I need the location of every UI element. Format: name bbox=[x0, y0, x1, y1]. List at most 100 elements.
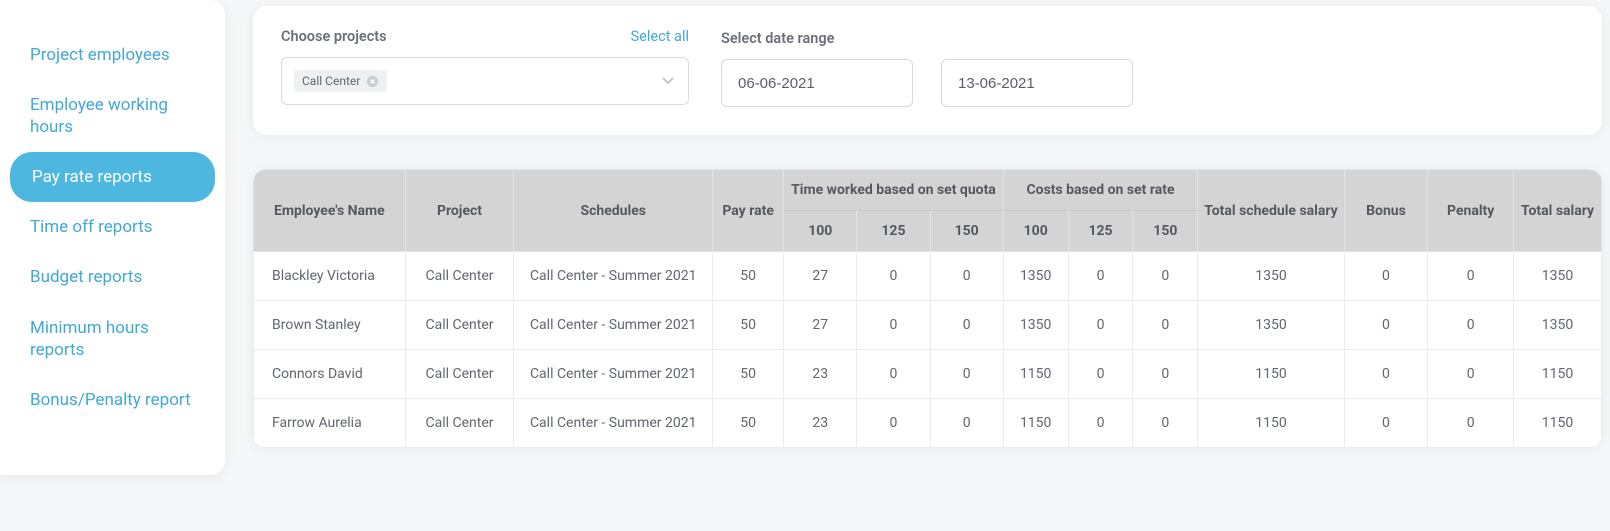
sidebar-item-5[interactable]: Minimum hours reports bbox=[0, 303, 225, 375]
select-all-link[interactable]: Select all bbox=[631, 28, 689, 45]
date-range-label: Select date range bbox=[721, 28, 1133, 47]
cell-rate: 50 bbox=[713, 399, 784, 448]
main-content: Choose projects Select all Call Center S… bbox=[253, 0, 1610, 531]
table-row: Farrow AureliaCall CenterCall Center - S… bbox=[254, 399, 1602, 448]
cell-name: Blackley Victoria bbox=[254, 252, 406, 301]
cell-bonus: 0 bbox=[1344, 350, 1428, 399]
cell-project: Call Center bbox=[405, 399, 514, 448]
sidebar: Project employeesEmployee working hoursP… bbox=[0, 0, 225, 475]
th-c150: 150 bbox=[1133, 211, 1198, 252]
project-select[interactable]: Call Center bbox=[281, 57, 689, 105]
th-costs-group: Costs based on set rate bbox=[1003, 170, 1198, 211]
th-bonus: Bonus bbox=[1344, 170, 1428, 252]
cell-total-sched: 1150 bbox=[1198, 399, 1344, 448]
cell-t150: 0 bbox=[930, 301, 1003, 350]
chevron-down-icon bbox=[662, 74, 674, 88]
cell-project: Call Center bbox=[405, 350, 514, 399]
cell-penalty: 0 bbox=[1428, 252, 1514, 301]
cell-t150: 0 bbox=[930, 399, 1003, 448]
cell-c100: 1350 bbox=[1003, 301, 1068, 350]
th-time-worked-group: Time worked based on set quota bbox=[784, 170, 1004, 211]
cell-t125: 0 bbox=[857, 399, 930, 448]
cell-schedules: Call Center - Summer 2021 bbox=[514, 399, 713, 448]
cell-c150: 0 bbox=[1133, 399, 1198, 448]
choose-projects-label: Choose projects bbox=[281, 28, 387, 45]
date-to-input[interactable] bbox=[941, 59, 1133, 107]
table-row: Connors DavidCall CenterCall Center - Su… bbox=[254, 350, 1602, 399]
th-t125: 125 bbox=[857, 211, 930, 252]
cell-name: Farrow Aurelia bbox=[254, 399, 406, 448]
project-tag-label: Call Center bbox=[302, 74, 360, 88]
remove-tag-icon[interactable] bbox=[366, 75, 379, 88]
th-project: Project bbox=[405, 170, 514, 252]
cell-c100: 1350 bbox=[1003, 252, 1068, 301]
cell-bonus: 0 bbox=[1344, 399, 1428, 448]
cell-bonus: 0 bbox=[1344, 252, 1428, 301]
cell-penalty: 0 bbox=[1428, 399, 1514, 448]
cell-t100: 23 bbox=[784, 399, 857, 448]
cell-schedules: Call Center - Summer 2021 bbox=[514, 350, 713, 399]
sidebar-item-0[interactable]: Project employees bbox=[0, 30, 225, 80]
cell-total: 1350 bbox=[1514, 252, 1602, 301]
cell-total: 1350 bbox=[1514, 301, 1602, 350]
sidebar-item-1[interactable]: Employee working hours bbox=[0, 80, 225, 152]
th-c100: 100 bbox=[1003, 211, 1068, 252]
cell-name: Brown Stanley bbox=[254, 301, 406, 350]
filters-card: Choose projects Select all Call Center S… bbox=[253, 6, 1602, 135]
cell-t150: 0 bbox=[930, 350, 1003, 399]
th-total-schedule: Total schedule salary bbox=[1198, 170, 1344, 252]
cell-schedules: Call Center - Summer 2021 bbox=[514, 252, 713, 301]
cell-total-sched: 1350 bbox=[1198, 301, 1344, 350]
cell-c125: 0 bbox=[1068, 350, 1133, 399]
cell-total: 1150 bbox=[1514, 399, 1602, 448]
cell-t125: 0 bbox=[857, 252, 930, 301]
project-filter-group: Choose projects Select all Call Center bbox=[281, 28, 689, 107]
cell-c100: 1150 bbox=[1003, 399, 1068, 448]
sidebar-item-4[interactable]: Budget reports bbox=[0, 252, 225, 302]
th-name: Employee's Name bbox=[254, 170, 406, 252]
cell-penalty: 0 bbox=[1428, 350, 1514, 399]
cell-t100: 23 bbox=[784, 350, 857, 399]
cell-c125: 0 bbox=[1068, 399, 1133, 448]
cell-c150: 0 bbox=[1133, 350, 1198, 399]
cell-bonus: 0 bbox=[1344, 301, 1428, 350]
sidebar-item-6[interactable]: Bonus/Penalty report bbox=[0, 375, 225, 425]
date-filter-group: Select date range bbox=[721, 28, 1133, 107]
cell-t100: 27 bbox=[784, 252, 857, 301]
cell-c125: 0 bbox=[1068, 301, 1133, 350]
th-c125: 125 bbox=[1068, 211, 1133, 252]
date-from-input[interactable] bbox=[721, 59, 913, 107]
cell-t100: 27 bbox=[784, 301, 857, 350]
sidebar-item-2[interactable]: Pay rate reports bbox=[10, 152, 215, 202]
cell-total-sched: 1150 bbox=[1198, 350, 1344, 399]
th-schedules: Schedules bbox=[514, 170, 713, 252]
cell-penalty: 0 bbox=[1428, 301, 1514, 350]
cell-t125: 0 bbox=[857, 350, 930, 399]
pay-rate-table: Employee's Name Project Schedules Pay ra… bbox=[253, 169, 1602, 448]
th-penalty: Penalty bbox=[1428, 170, 1514, 252]
cell-project: Call Center bbox=[405, 252, 514, 301]
cell-name: Connors David bbox=[254, 350, 406, 399]
cell-project: Call Center bbox=[405, 301, 514, 350]
cell-c125: 0 bbox=[1068, 252, 1133, 301]
cell-c150: 0 bbox=[1133, 252, 1198, 301]
cell-rate: 50 bbox=[713, 350, 784, 399]
cell-c150: 0 bbox=[1133, 301, 1198, 350]
cell-total-sched: 1350 bbox=[1198, 252, 1344, 301]
sidebar-item-3[interactable]: Time off reports bbox=[0, 202, 225, 252]
report-table-card: Employee's Name Project Schedules Pay ra… bbox=[253, 169, 1602, 448]
th-total-salary: Total salary bbox=[1514, 170, 1602, 252]
table-row: Brown StanleyCall CenterCall Center - Su… bbox=[254, 301, 1602, 350]
cell-total: 1150 bbox=[1514, 350, 1602, 399]
th-pay-rate: Pay rate bbox=[713, 170, 784, 252]
cell-c100: 1150 bbox=[1003, 350, 1068, 399]
cell-t150: 0 bbox=[930, 252, 1003, 301]
th-t100: 100 bbox=[784, 211, 857, 252]
project-tag: Call Center bbox=[294, 70, 387, 92]
cell-rate: 50 bbox=[713, 252, 784, 301]
th-t150: 150 bbox=[930, 211, 1003, 252]
table-row: Blackley VictoriaCall CenterCall Center … bbox=[254, 252, 1602, 301]
cell-t125: 0 bbox=[857, 301, 930, 350]
cell-schedules: Call Center - Summer 2021 bbox=[514, 301, 713, 350]
cell-rate: 50 bbox=[713, 301, 784, 350]
